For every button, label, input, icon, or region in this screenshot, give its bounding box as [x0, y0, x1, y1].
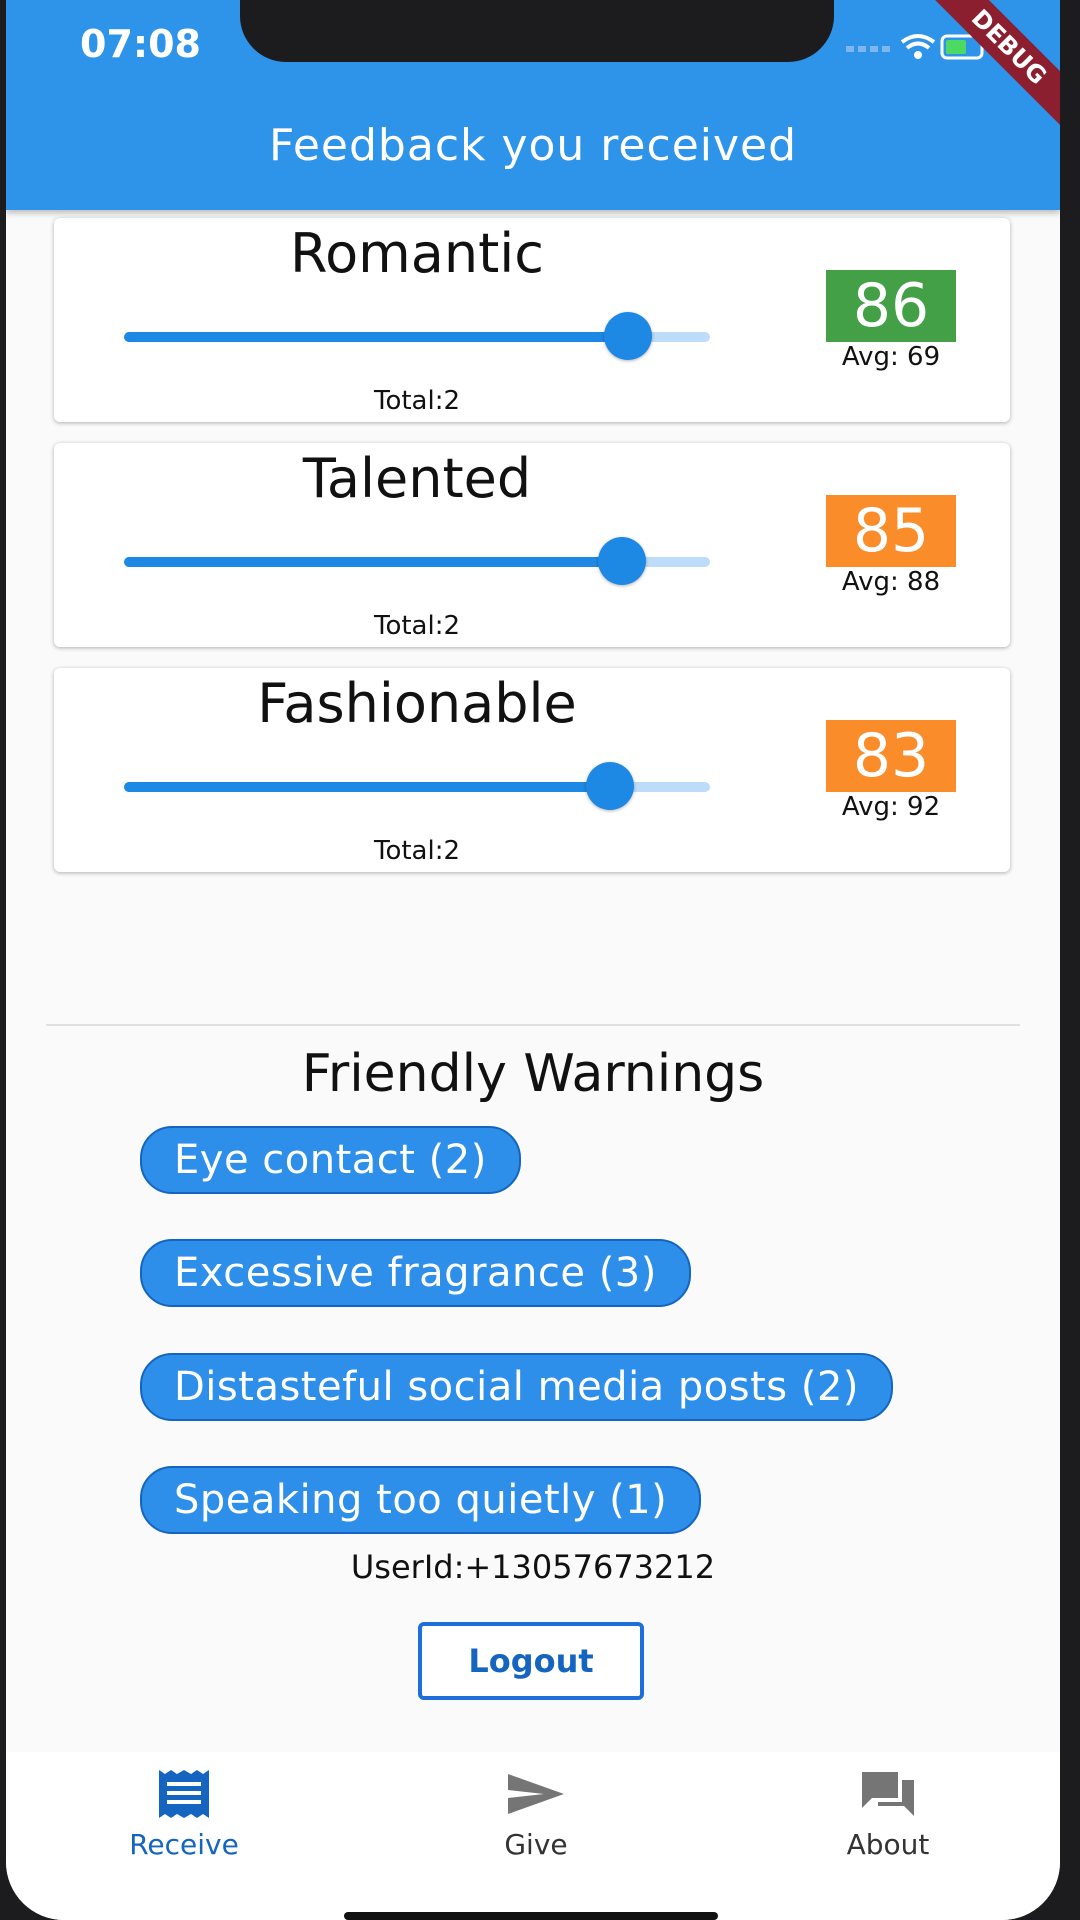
rating-average: Avg: 69	[841, 342, 941, 372]
slider-fill	[124, 332, 628, 342]
nav-item-receive[interactable]: Receive	[84, 1768, 284, 1861]
slider-fill	[124, 557, 623, 567]
rating-title: Romantic	[290, 222, 544, 285]
section-divider	[46, 1024, 1020, 1026]
home-indicator	[344, 1912, 718, 1920]
score-badge: 85	[826, 495, 956, 567]
app-screen: 07:08 Feedback you received DEBUG Romant…	[6, 0, 1060, 1920]
rating-card-talented: Talented Total:2 85 Avg: 88	[54, 443, 1010, 647]
rating-slider[interactable]	[124, 762, 710, 810]
device-notch	[240, 0, 834, 62]
rating-total: Total:2	[373, 386, 461, 416]
warning-chip[interactable]: Excessive fragrance (3)	[140, 1239, 691, 1307]
send-icon	[508, 1774, 564, 1814]
page-title: Feedback you received	[268, 120, 798, 171]
rating-card-fashionable: Fashionable Total:2 83 Avg: 92	[54, 668, 1010, 872]
warning-chip[interactable]: Speaking too quietly (1)	[140, 1466, 702, 1534]
logout-button[interactable]: Logout	[418, 1622, 644, 1700]
rating-average: Avg: 88	[841, 567, 941, 597]
warning-chip[interactable]: Distasteful social media posts (2)	[140, 1353, 894, 1421]
nav-label: Receive	[129, 1828, 239, 1861]
warnings-title: Friendly Warnings	[301, 1044, 765, 1104]
rating-card-romantic: Romantic Total:2 86 Avg: 69	[54, 218, 1010, 422]
nav-item-about[interactable]: About	[788, 1768, 988, 1861]
user-id-label: UserId:+13057673212	[350, 1548, 716, 1586]
rating-title: Talented	[302, 447, 532, 510]
nav-label: Give	[504, 1828, 568, 1861]
rating-slider[interactable]	[124, 312, 710, 360]
score-badge: 86	[826, 270, 956, 342]
rating-average: Avg: 92	[841, 792, 941, 822]
slider-fill	[124, 782, 611, 792]
slider-thumb[interactable]	[603, 312, 652, 360]
score-badge: 83	[826, 720, 956, 792]
bottom-navigation: Receive Give About	[6, 1752, 1060, 1920]
rating-total: Total:2	[373, 611, 461, 641]
slider-thumb[interactable]	[598, 537, 647, 585]
rating-total: Total:2	[373, 836, 461, 866]
nav-label: About	[846, 1828, 930, 1861]
nav-item-give[interactable]: Give	[436, 1768, 636, 1861]
status-time: 07:08	[80, 22, 201, 66]
forum-icon	[862, 1772, 914, 1816]
warning-chip[interactable]: Eye contact (2)	[140, 1126, 521, 1194]
rating-title: Fashionable	[257, 672, 577, 735]
slider-thumb[interactable]	[586, 762, 635, 810]
receipt-icon	[159, 1770, 209, 1818]
rating-slider[interactable]	[124, 537, 710, 585]
